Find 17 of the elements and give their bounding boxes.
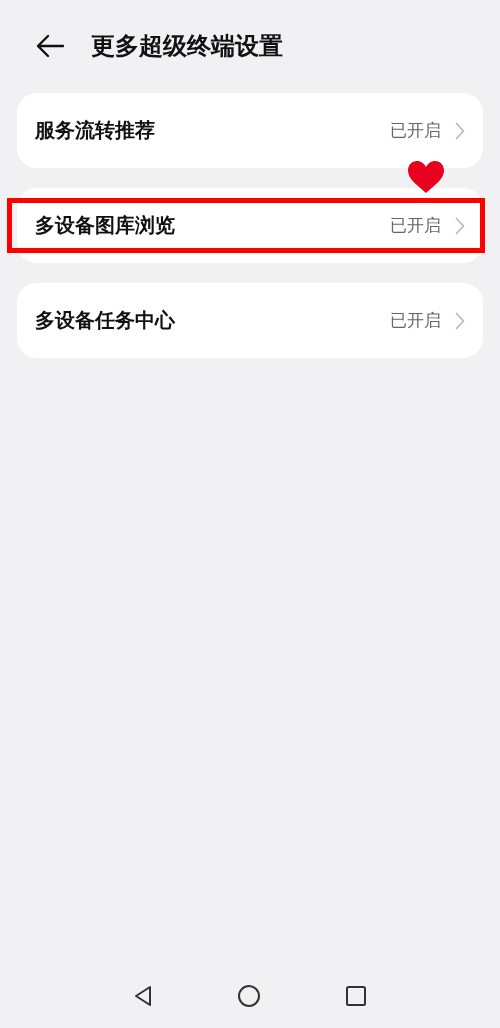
item-label: 多设备任务中心 xyxy=(35,307,176,334)
chevron-icon xyxy=(455,121,465,140)
item-label: 服务流转推荐 xyxy=(35,117,156,144)
settings-item[interactable]: 服务流转推荐 已开启 xyxy=(17,93,483,168)
item-status: 已开启 xyxy=(390,309,441,332)
home-nav-icon[interactable] xyxy=(237,984,261,1008)
page-title: 更多超级终端设置 xyxy=(91,31,283,62)
recents-nav-icon[interactable] xyxy=(345,985,367,1007)
back-icon[interactable] xyxy=(35,34,65,58)
item-status: 已开启 xyxy=(390,119,441,142)
settings-item[interactable]: 多设备任务中心 已开启 xyxy=(17,283,483,358)
chevron-icon xyxy=(455,311,465,330)
back-nav-icon[interactable] xyxy=(133,985,153,1007)
item-status: 已开启 xyxy=(390,214,441,237)
heart-icon xyxy=(407,160,445,194)
item-label: 多设备图库浏览 xyxy=(35,212,176,239)
chevron-icon xyxy=(455,216,465,235)
